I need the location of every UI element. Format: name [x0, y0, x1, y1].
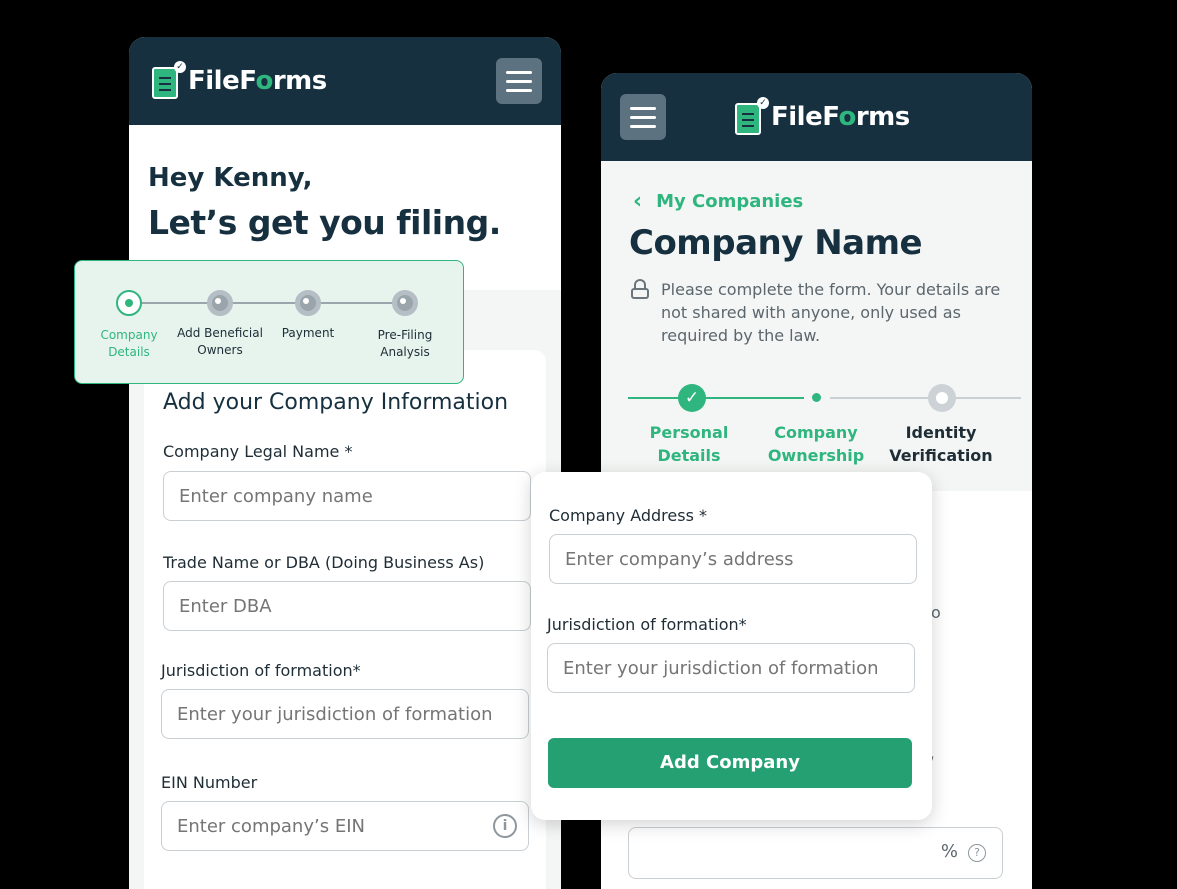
- step-prefiling-dot[interactable]: [392, 290, 418, 316]
- hamburger-menu-icon[interactable]: [496, 58, 542, 104]
- hamburger-menu-icon[interactable]: [620, 94, 666, 140]
- pending-step-dot[interactable]: [928, 384, 956, 412]
- page-title: Company Name: [629, 223, 923, 263]
- jurisdiction-label: Jurisdiction of formation*: [161, 661, 361, 680]
- left-phone-screen: ✓ FileForms Hey Kenny, Let’s get you fil…: [129, 37, 561, 889]
- dba-label: Trade Name or DBA (Doing Business As): [163, 553, 485, 572]
- company-legal-name-label: Company Legal Name *: [163, 442, 353, 461]
- step-identity-verification-label: Identity Verification: [889, 423, 993, 465]
- step-payment-dot[interactable]: [295, 290, 321, 316]
- step-payment-label: Payment: [281, 326, 335, 340]
- progress-stepper: Company Details Add Beneficial Owners Paym…: [74, 260, 464, 384]
- back-to-companies-link[interactable]: ‹ My Companies: [633, 189, 803, 214]
- add-company-button[interactable]: Add Company: [548, 738, 912, 788]
- stepper-remaining-line: [830, 397, 1021, 399]
- current-step-dot[interactable]: [812, 393, 821, 402]
- left-header: ✓ FileForms: [129, 37, 561, 125]
- step-prefiling-label: Pre-Filing Analysis: [377, 328, 433, 359]
- chevron-left-icon: ‹: [633, 189, 643, 214]
- fileforms-logo[interactable]: ✓ FileForms: [735, 97, 910, 135]
- fileforms-logo[interactable]: ✓ FileForms: [152, 61, 327, 99]
- step-beneficial-owners-dot[interactable]: [207, 290, 233, 316]
- stepper-progress-line: [628, 397, 804, 399]
- obscured-text-fragment: o: [931, 603, 941, 622]
- jurisdiction-input[interactable]: [547, 643, 915, 693]
- ownership-percentage-input[interactable]: % ?: [628, 827, 1003, 879]
- step-company-details-dot[interactable]: [116, 290, 142, 316]
- jurisdiction-label: Jurisdiction of formation*: [547, 615, 747, 634]
- form-title: Add your Company Information: [163, 390, 509, 415]
- company-address-label: Company Address *: [549, 506, 708, 525]
- checkmark-icon[interactable]: ✓: [678, 384, 706, 412]
- lock-icon: [631, 279, 649, 299]
- info-icon[interactable]: i: [493, 814, 517, 838]
- right-header: ✓ FileForms: [601, 73, 1032, 161]
- percent-sign: %: [940, 841, 958, 862]
- headline-text: Let’s get you filing.: [148, 203, 501, 242]
- step-beneficial-owners-label: Add Beneficial Owners: [177, 326, 263, 357]
- company-legal-name-input[interactable]: [163, 471, 531, 521]
- jurisdiction-input[interactable]: [161, 689, 529, 739]
- company-info-form: Add your Company Information Company Leg…: [144, 350, 546, 889]
- ein-input[interactable]: [161, 801, 529, 851]
- step-company-ownership-label: Company Ownership: [767, 423, 865, 465]
- step-company-details-label: Company Details: [100, 328, 158, 359]
- help-icon[interactable]: ?: [968, 844, 986, 862]
- ein-label: EIN Number: [161, 773, 258, 792]
- greeting-text: Hey Kenny,: [148, 163, 313, 193]
- step-personal-details-label: Personal Details: [649, 423, 729, 465]
- privacy-notice: Please complete the form. Your details a…: [661, 280, 1001, 345]
- add-company-card: Company Address * Jurisdiction of format…: [531, 472, 932, 820]
- dba-input[interactable]: [163, 581, 531, 631]
- document-check-icon: ✓: [152, 61, 186, 99]
- stepper-track: [129, 302, 405, 304]
- company-address-input[interactable]: [549, 534, 917, 584]
- document-check-icon: ✓: [735, 97, 769, 135]
- ein-field-wrapper: i: [161, 801, 529, 851]
